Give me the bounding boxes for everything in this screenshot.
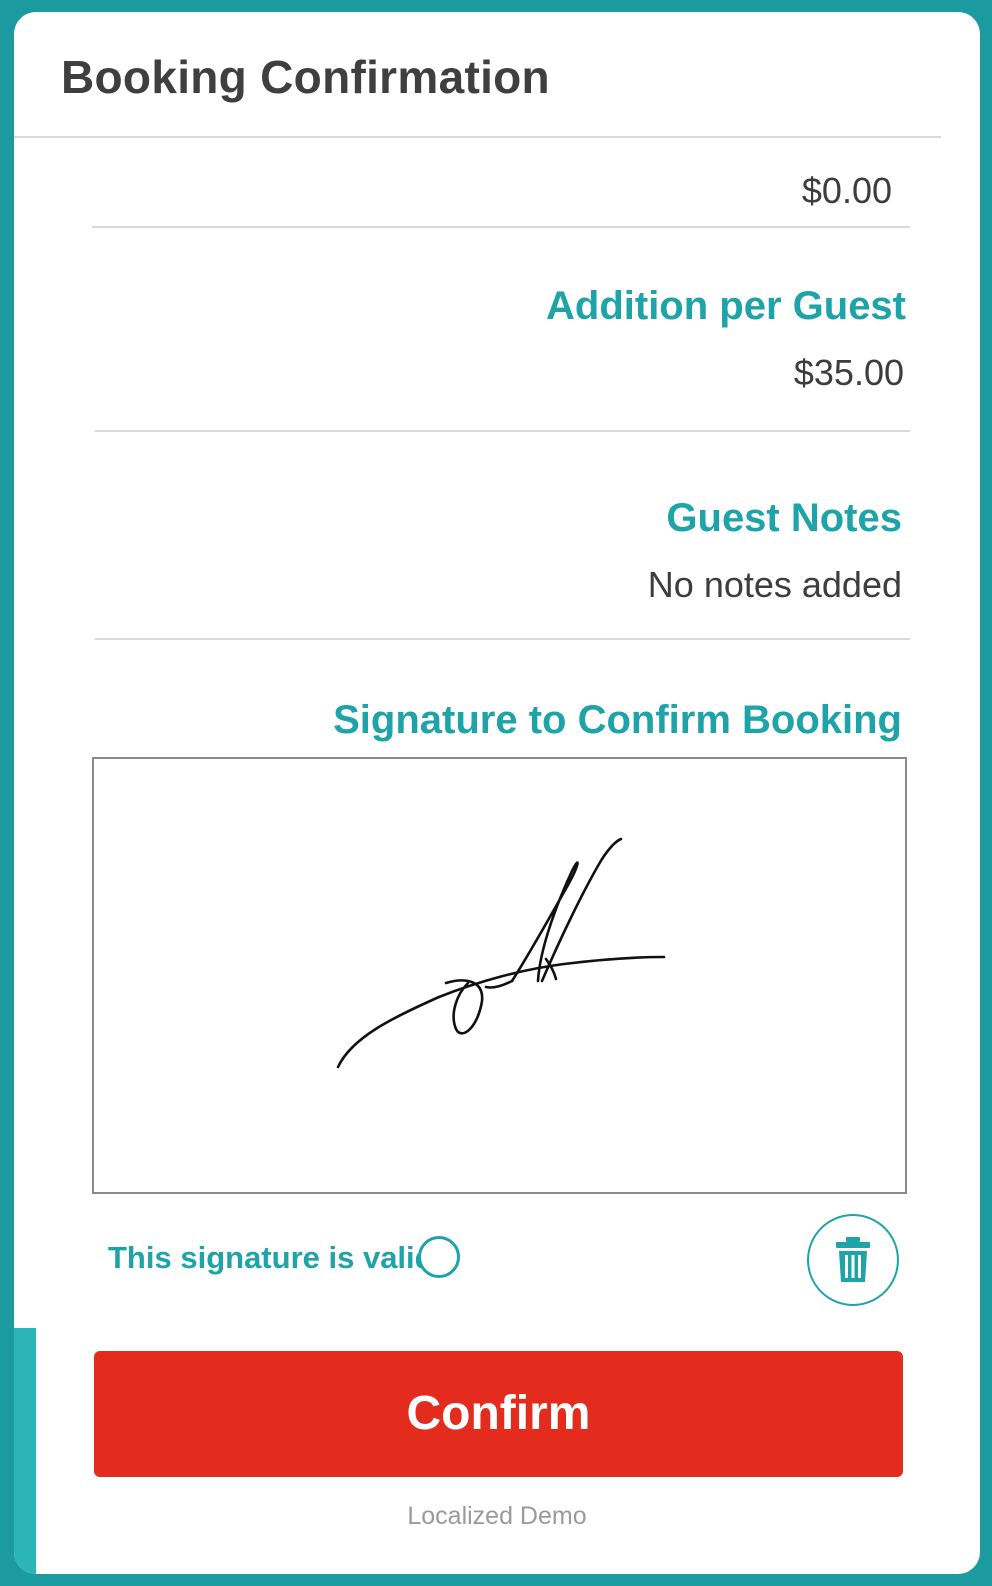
header-divider [14, 136, 941, 138]
top-amount-value: $0.00 [801, 170, 892, 211]
signature-valid-radio[interactable] [418, 1236, 460, 1278]
divider [95, 638, 910, 640]
addition-per-guest-value: $35.00 [793, 352, 904, 393]
divider [92, 226, 910, 228]
signature-pad[interactable] [92, 757, 907, 1194]
clear-signature-button[interactable] [807, 1214, 899, 1306]
booking-confirmation-card: Booking Confirmation $0.00 Addition per … [14, 12, 980, 1574]
guest-notes-label: Guest Notes [666, 496, 902, 540]
confirm-button[interactable]: Confirm [94, 1351, 903, 1477]
trash-icon [836, 1237, 870, 1282]
signature-valid-label: This signature is valid [108, 1240, 434, 1275]
page-title: Booking Confirmation [61, 51, 550, 103]
signature-stroke [336, 837, 666, 1069]
guest-notes-value: No notes added [647, 564, 902, 605]
footer-text: Localized Demo [407, 1502, 587, 1530]
signature-label: Signature to Confirm Booking [333, 698, 902, 742]
addition-per-guest-label: Addition per Guest [546, 284, 906, 328]
left-accent-bar [14, 1328, 36, 1574]
divider [95, 430, 910, 432]
